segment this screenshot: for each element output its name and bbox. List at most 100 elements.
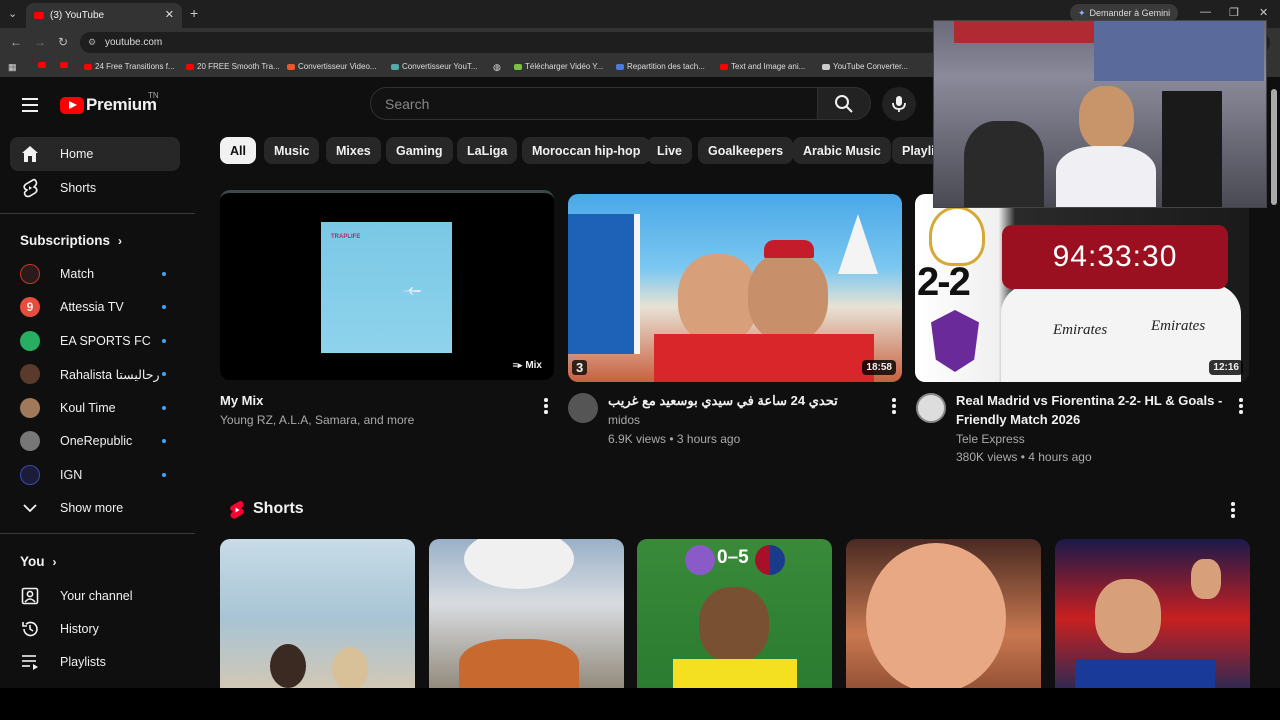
webcam-overlay (933, 20, 1267, 208)
search-button[interactable] (817, 87, 871, 120)
bookmark-youtube-1[interactable] (38, 62, 46, 68)
sidebar-item-shorts[interactable]: Shorts (10, 171, 180, 205)
yellow-jersey-shape (673, 659, 797, 688)
bookmark-item[interactable]: 20 FREE Smooth Tra... (186, 62, 280, 71)
red-cap-shape (764, 240, 814, 258)
subscription-item[interactable]: Match (10, 258, 180, 290)
chip-goalkeepers[interactable]: Goalkeepers (698, 137, 794, 164)
man-face-shape (1095, 579, 1161, 653)
chip-gaming[interactable]: Gaming (386, 137, 453, 164)
bookmark-item[interactable]: Télécharger Vidéo Y... (514, 62, 603, 71)
channel-name[interactable]: midos (608, 411, 878, 429)
short-thumbnail[interactable] (846, 539, 1041, 688)
channel-avatar (20, 364, 40, 384)
chip-live[interactable]: Live (647, 137, 693, 164)
channel-avatar[interactable] (916, 393, 946, 423)
bookmark-item[interactable]: 24 Free Transitions f... (84, 62, 175, 71)
subscription-label: OneRepublic (60, 434, 133, 448)
video-title[interactable]: My Mix (220, 391, 520, 410)
chip-moroccan-hip-hop[interactable]: Moroccan hip-hop (522, 137, 651, 164)
page-scrollbar[interactable] (1271, 89, 1277, 205)
short-thumbnail[interactable] (429, 539, 624, 688)
person-shape (964, 121, 1044, 207)
back-icon[interactable]: ← (10, 35, 22, 49)
chip-all[interactable]: All (220, 137, 256, 164)
chip-playlists[interactable]: Playlis (892, 137, 933, 164)
score-text: 2-2 (917, 260, 971, 304)
new-content-dot (162, 339, 166, 343)
more-options-icon[interactable] (544, 398, 548, 416)
menu-icon[interactable] (22, 98, 38, 116)
new-content-dot (162, 473, 166, 477)
channel-avatar (20, 264, 40, 284)
sponsor-logo: Emirates (1151, 318, 1206, 334)
short-thumbnail[interactable]: 0–5 (637, 539, 832, 688)
video-thumbnail[interactable]: TRAPLIFE ≡▸ Mix (220, 190, 554, 380)
globe-icon[interactable]: ◍ (493, 62, 501, 73)
youtube-premium-logo[interactable]: Premium TN (60, 91, 159, 115)
search-input[interactable]: Search (370, 87, 818, 120)
show-more-button[interactable]: Show more (10, 491, 180, 525)
chip-label: Goalkeepers (708, 143, 784, 158)
short-thumbnail[interactable] (1055, 539, 1250, 688)
minimize-icon[interactable]: — (1200, 6, 1211, 18)
chevron-down-icon (20, 498, 40, 518)
video-thumbnail[interactable]: 2-2 Emirates Emirates 94:33:30 12:16 (915, 194, 1249, 382)
subscription-item[interactable]: 9 Attessia TV (10, 291, 180, 323)
more-options-icon[interactable] (892, 398, 896, 416)
video-title[interactable]: Real Madrid vs Fiorentina 2-2- HL & Goal… (956, 391, 1226, 429)
chip-arabic-music[interactable]: Arabic Music (793, 137, 891, 164)
voice-search-button[interactable] (882, 87, 916, 121)
fiorentina-crest-icon (931, 310, 979, 372)
subscription-item[interactable]: IGN (10, 459, 180, 491)
tab-title: (3) YouTube (50, 10, 105, 21)
sidebar-item-playlists[interactable]: Playlists (10, 645, 180, 679)
video-title[interactable]: تحدي 24 ساعة في سيدي بوسعيد مع غريب (608, 391, 878, 410)
bookmark-item[interactable]: Convertisseur Video... (287, 62, 377, 71)
subscription-item[interactable]: EA SPORTS FC (10, 325, 180, 357)
new-tab-icon[interactable]: + (190, 5, 198, 21)
subscription-item[interactable]: Rahalista رحاليستا (10, 358, 180, 390)
chip-label: Arabic Music (803, 143, 881, 158)
history-icon (20, 619, 40, 639)
you-heading[interactable]: You › (20, 554, 57, 569)
bookmark-item[interactable]: Convertisseur YouT... (391, 62, 478, 71)
site-info-icon[interactable]: ⚙ (88, 37, 96, 48)
close-tab-icon[interactable]: ✕ (165, 8, 174, 21)
logo-text: Premium (86, 95, 157, 114)
bookmark-youtube-2[interactable] (60, 62, 68, 68)
more-options-icon[interactable] (1239, 398, 1243, 416)
video-meta: Young RZ, A.L.A, Samara, and more (220, 413, 415, 427)
subscription-label: Koul Time (60, 401, 116, 415)
chip-laliga[interactable]: LaLiga (457, 137, 518, 164)
airplane-icon (400, 287, 422, 295)
taskbar-area (0, 688, 1280, 720)
sidebar-item-your-channel[interactable]: Your channel (10, 579, 180, 613)
apps-grid-icon[interactable]: ▦ (8, 62, 17, 73)
bookmark-item[interactable]: YouTube Converter... (822, 62, 908, 71)
channel-avatar (20, 465, 40, 485)
chevron-right-icon: › (118, 233, 123, 248)
chip-mixes[interactable]: Mixes (326, 137, 381, 164)
subscription-item[interactable]: OneRepublic (10, 425, 180, 457)
subscription-item[interactable]: Koul Time (10, 392, 180, 424)
forward-icon[interactable]: → (34, 35, 46, 49)
sidebar-item-history[interactable]: History (10, 612, 180, 646)
bookmark-item[interactable]: Repartition des tach... (616, 62, 705, 71)
chip-label: Mixes (336, 143, 371, 158)
bookmark-item[interactable]: Text and Image ani... (720, 62, 805, 71)
reload-icon[interactable]: ↻ (58, 35, 68, 49)
sidebar-item-home[interactable]: Home (10, 137, 180, 171)
channel-name[interactable]: Tele Express (956, 430, 1226, 448)
more-options-icon[interactable] (1231, 502, 1235, 520)
short-thumbnail[interactable] (220, 539, 415, 688)
channel-avatar[interactable] (568, 393, 598, 423)
chip-music[interactable]: Music (264, 137, 320, 164)
sidebar-divider (0, 533, 195, 534)
subscriptions-heading[interactable]: Subscriptions › (20, 233, 122, 248)
tab-list-icon[interactable]: ⌄ (8, 7, 17, 20)
restore-icon[interactable]: ❐ (1229, 6, 1239, 19)
video-thumbnail[interactable]: 3 18:58 (568, 194, 902, 382)
close-window-icon[interactable]: ✕ (1259, 6, 1268, 19)
browser-tab[interactable]: (3) YouTube ✕ (26, 3, 182, 28)
